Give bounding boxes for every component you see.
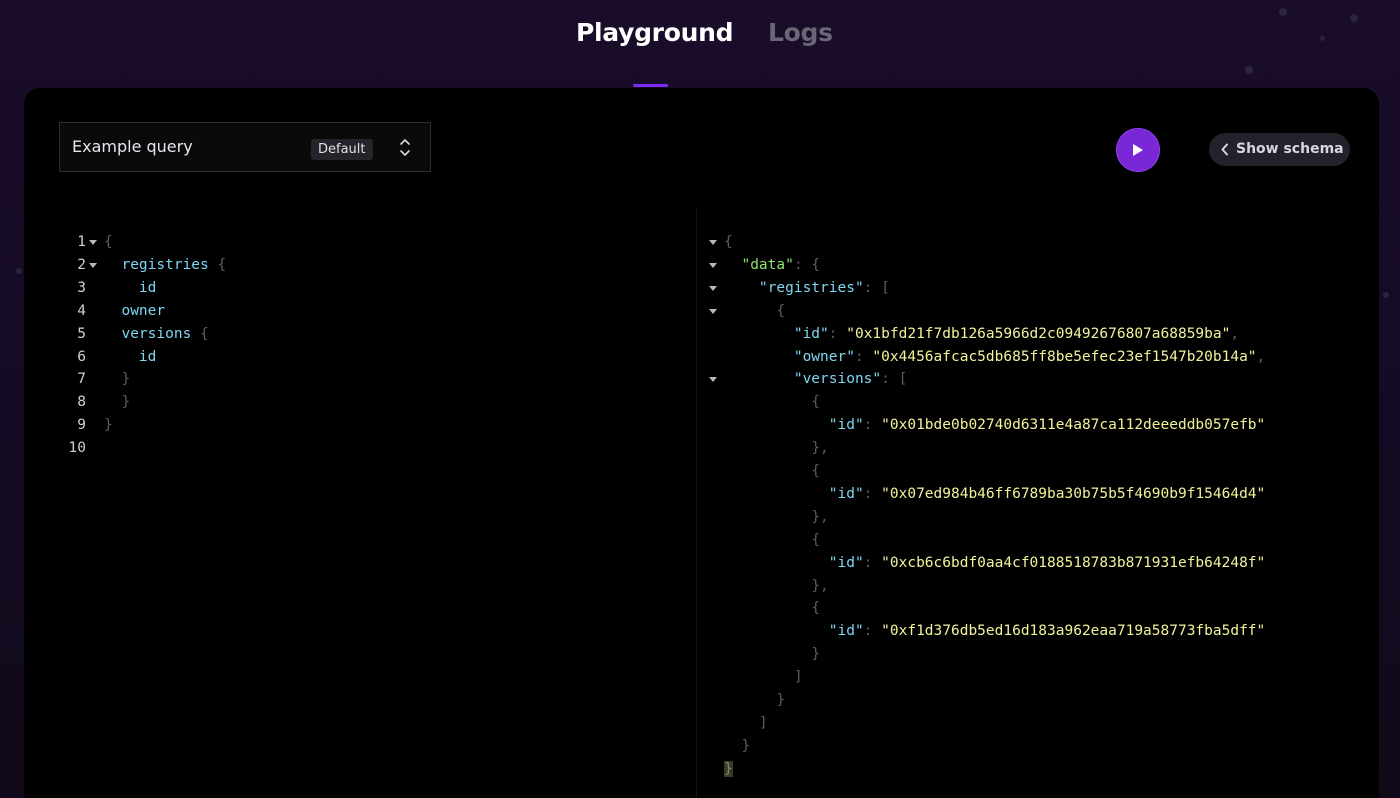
query-line[interactable]: { [104, 231, 113, 253]
line-number: 1 [77, 234, 86, 250]
token-punc: } [121, 371, 131, 388]
editor-divider[interactable] [696, 208, 697, 798]
line-number: 5 [77, 325, 86, 342]
line-number: 9 [77, 417, 86, 434]
show-schema-button[interactable]: Show schema [1209, 133, 1350, 166]
fold-toggle-icon[interactable] [89, 262, 97, 268]
token-punc: { [200, 325, 209, 342]
line-number: 6 [77, 348, 86, 365]
tab-logs[interactable]: Logs [768, 18, 833, 47]
token-punc: { [217, 256, 227, 273]
background-dot [1383, 292, 1389, 298]
query-line[interactable]: } [104, 368, 130, 390]
query-line[interactable]: id [104, 346, 156, 368]
fold-toggle-icon[interactable] [709, 262, 717, 268]
show-schema-label: Show schema [1236, 141, 1344, 157]
line-number: 8 [77, 394, 86, 411]
playground-page: Playground Logs Example query Default Sh… [0, 0, 1400, 798]
background-dot [1245, 66, 1253, 74]
run-query-button[interactable] [1116, 128, 1160, 172]
token-punc: } [104, 417, 113, 434]
line-number: 4 [77, 302, 86, 319]
background-dot [1279, 8, 1287, 16]
query-line[interactable]: } [104, 391, 130, 413]
line-number: 2 [77, 256, 86, 273]
line-number: 7 [77, 371, 86, 388]
fold-toggle-icon[interactable] [709, 308, 717, 314]
token-punc: { [104, 234, 113, 250]
token-punc: } [121, 394, 131, 411]
chevron-left-icon [1221, 143, 1229, 160]
query-line[interactable]: id [104, 277, 156, 299]
fold-toggle-icon[interactable] [89, 240, 97, 245]
token-field: id [138, 348, 157, 365]
query-line[interactable]: } [104, 414, 113, 436]
play-icon [1133, 144, 1143, 156]
line-number: 3 [77, 279, 86, 296]
query-line[interactable]: owner [104, 300, 165, 322]
query-line[interactable]: versions { [104, 323, 209, 345]
token-field: owner [121, 302, 166, 319]
query-editor[interactable]: 1{2 registries {3 id 4 owner 5 versions {6… [0, 0, 690, 798]
token-field: id [138, 279, 157, 296]
fold-toggle-icon[interactable] [709, 285, 717, 291]
fold-toggle-icon[interactable] [709, 240, 717, 245]
fold-toggle-icon[interactable] [709, 377, 717, 383]
token-field: versions [121, 325, 192, 342]
query-line[interactable]: registries { [104, 254, 226, 276]
token-field: registries [121, 256, 209, 273]
line-number: 10 [68, 440, 86, 457]
